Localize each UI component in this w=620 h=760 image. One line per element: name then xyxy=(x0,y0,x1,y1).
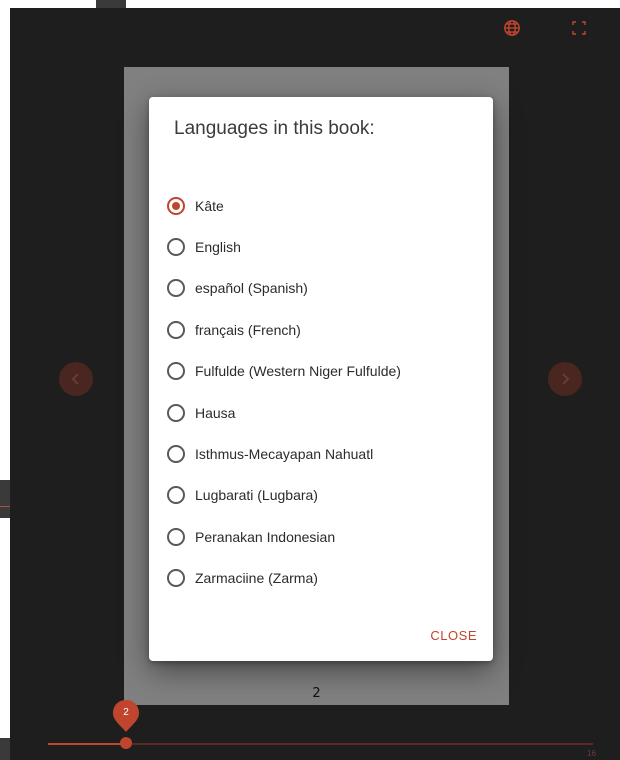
language-list: Kâte English español (Spanish) français (Fr… xyxy=(167,185,401,599)
dialog-title: Languages in this book: xyxy=(174,118,375,139)
language-option-label: Peranakan Indonesian xyxy=(195,528,336,545)
language-option-label: English xyxy=(195,239,241,256)
languages-dialog: Languages in this book: Kâte English españ… xyxy=(149,97,493,661)
page-scrubber-fill xyxy=(48,743,126,745)
radio-unchecked-icon[interactable] xyxy=(167,279,185,298)
language-option-label: Fulfulde (Western Niger Fulfulde) xyxy=(195,363,401,380)
page-scrubber-thumb[interactable] xyxy=(119,737,132,749)
language-option[interactable]: Fulfulde (Western Niger Fulfulde) xyxy=(167,351,401,392)
language-option[interactable]: Zarmaciine (Zarma) xyxy=(167,558,401,599)
radio-unchecked-icon[interactable] xyxy=(167,362,185,381)
language-option[interactable]: français (French) xyxy=(167,309,401,350)
language-option-label: Isthmus-Mecayapan Nahuatl xyxy=(195,446,374,463)
background-window-edge-left xyxy=(0,480,10,518)
radio-checked-icon[interactable] xyxy=(167,196,185,215)
language-option[interactable]: Isthmus-Mecayapan Nahuatl xyxy=(167,433,401,474)
language-option-label: Lugbarati (Lugbara) xyxy=(195,487,318,504)
page-scrubber-value-label: 2 xyxy=(110,698,142,738)
chevron-right-icon xyxy=(562,373,570,385)
fullscreen-icon[interactable] xyxy=(568,17,590,39)
radio-unchecked-icon[interactable] xyxy=(167,486,185,505)
radio-unchecked-icon[interactable] xyxy=(167,527,185,546)
language-option[interactable]: Peranakan Indonesian xyxy=(167,516,401,557)
language-option[interactable]: español (Spanish) xyxy=(167,268,401,309)
globe-icon[interactable] xyxy=(501,17,523,39)
radio-unchecked-icon[interactable] xyxy=(167,320,185,339)
current-page-label: 2 xyxy=(123,707,129,718)
radio-unchecked-icon[interactable] xyxy=(167,569,185,588)
total-pages-label: 16 xyxy=(587,749,596,758)
screen: 2 2 16 Languages in this book: Kâte Engli… xyxy=(0,0,620,760)
language-option-label: Hausa xyxy=(195,404,236,421)
radio-unchecked-icon[interactable] xyxy=(167,445,185,464)
language-option[interactable]: Lugbarati (Lugbara) xyxy=(167,475,401,516)
background-window-edge-bottom xyxy=(0,738,10,760)
chevron-left-icon xyxy=(71,373,79,385)
background-window-edge xyxy=(96,0,126,8)
language-option[interactable]: Hausa xyxy=(167,392,401,433)
next-page-button[interactable] xyxy=(548,362,582,396)
language-option-label: français (French) xyxy=(195,321,301,338)
language-option[interactable]: Kâte xyxy=(167,185,401,226)
language-option-label: Kâte xyxy=(195,197,224,214)
page-number: 2 xyxy=(312,686,321,701)
radio-unchecked-icon[interactable] xyxy=(167,238,185,257)
previous-page-button[interactable] xyxy=(59,362,93,396)
close-button[interactable]: CLOSE xyxy=(430,628,477,643)
language-option[interactable]: English xyxy=(167,226,401,267)
language-option-label: Zarmaciine (Zarma) xyxy=(195,570,318,587)
radio-unchecked-icon[interactable] xyxy=(167,403,185,422)
language-option-label: español (Spanish) xyxy=(195,280,308,297)
